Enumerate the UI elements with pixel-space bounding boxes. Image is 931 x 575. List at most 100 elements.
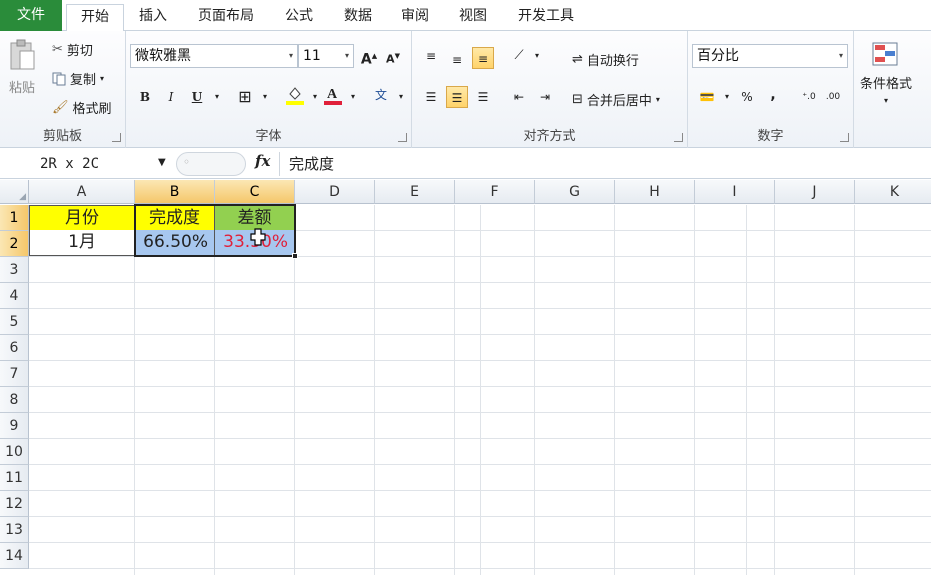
col-header-d[interactable]: D	[295, 180, 375, 204]
formula-bar-expander[interactable]: ◦	[176, 152, 246, 176]
increase-decimal-icon[interactable]: ⁺.0	[798, 86, 820, 108]
ribbon-tabs: 文件 开始 插入 页面布局 公式 数据 审阅 视图 开发工具	[0, 0, 931, 32]
chevron-down-icon: ▾	[884, 96, 889, 105]
borders-icon[interactable]: ⊞	[234, 86, 256, 108]
row-header-2[interactable]: 2	[0, 231, 29, 257]
row-header-8[interactable]: 8	[0, 387, 29, 413]
col-header-b[interactable]: B	[135, 180, 215, 204]
dialog-launcher-icon[interactable]	[398, 133, 407, 142]
align-center-icon[interactable]: ☰	[446, 86, 468, 108]
chevron-down-icon[interactable]: ▾	[716, 86, 738, 108]
alignment-group: ≡ ≡ ≡ ⟋ ▾ ⇌ 自动换行 ☰ ☰ ☰ ⇤ ⇥ ⊟ 合并后居中 ▾ 对齐方…	[412, 31, 688, 148]
col-header-e[interactable]: E	[375, 180, 455, 204]
font-color-icon: A	[324, 87, 342, 105]
format-painter-button[interactable]: 🖌 格式刷	[52, 98, 112, 117]
italic-button[interactable]: I	[160, 86, 182, 108]
align-bottom-icon[interactable]: ≡	[472, 47, 494, 69]
tab-data[interactable]: 数据	[333, 4, 383, 31]
chevron-down-icon[interactable]: ▾	[390, 86, 412, 108]
formula-input[interactable]: 完成度	[289, 152, 334, 176]
increase-indent-icon[interactable]: ⇥	[534, 86, 556, 108]
align-top-icon[interactable]: ≡	[420, 45, 442, 67]
shrink-font-icon[interactable]: A▼	[382, 45, 404, 67]
col-header-k[interactable]: K	[855, 180, 931, 204]
col-header-c[interactable]: C	[215, 180, 295, 204]
dialog-launcher-icon[interactable]	[112, 133, 121, 142]
conditional-format-button[interactable]: 条件格式 ▾	[860, 41, 912, 105]
row-header-9[interactable]: 9	[0, 413, 29, 439]
comma-style-button[interactable]: ,	[762, 84, 784, 106]
copy-label: 复制	[70, 73, 97, 88]
chevron-down-icon: ▾	[655, 95, 660, 104]
row-header-1[interactable]: 1	[0, 205, 29, 231]
percent-style-button[interactable]: %	[736, 86, 758, 108]
align-right-icon[interactable]: ☰	[472, 86, 494, 108]
row-header-13[interactable]: 13	[0, 517, 29, 543]
paste-button[interactable]: 粘贴	[4, 39, 40, 96]
grid-col-lines	[134, 205, 931, 575]
tab-home[interactable]: 开始	[66, 4, 124, 32]
cell-a1[interactable]: 月份	[29, 205, 135, 231]
name-box[interactable]: 2R x 2C	[0, 152, 176, 176]
chevron-down-icon[interactable]: ▼	[158, 157, 166, 168]
cell-a2[interactable]: 1月	[29, 230, 135, 256]
grow-font-icon[interactable]: A▲	[358, 45, 380, 68]
cell-b1[interactable]: 完成度	[135, 205, 215, 231]
row-header-11[interactable]: 11	[0, 465, 29, 491]
col-header-f[interactable]: F	[455, 180, 535, 204]
conditional-format-label: 条件格式	[860, 77, 913, 92]
align-middle-icon[interactable]: ≡	[446, 49, 468, 71]
dialog-launcher-icon[interactable]	[674, 133, 683, 142]
tab-view[interactable]: 视图	[448, 4, 498, 31]
underline-button[interactable]: U	[186, 86, 208, 108]
chevron-down-icon[interactable]: ▾	[254, 86, 276, 108]
col-header-a[interactable]: A	[29, 180, 135, 204]
merge-center-button[interactable]: ⊟ 合并后居中 ▾	[572, 90, 660, 109]
bold-button[interactable]: B	[134, 86, 156, 108]
fill-color-button[interactable]	[284, 84, 306, 106]
tab-file[interactable]: 文件	[0, 0, 62, 31]
font-size-dropdown[interactable]: 11 ▾	[298, 44, 354, 68]
row-header-14[interactable]: 14	[0, 543, 29, 569]
merge-cells-icon: ⊟	[572, 92, 583, 107]
accounting-format-icon[interactable]: 💳	[696, 86, 718, 108]
tab-review[interactable]: 审阅	[390, 4, 440, 31]
font-color-button[interactable]: A	[322, 84, 344, 106]
tab-formulas[interactable]: 公式	[274, 4, 324, 31]
row-header-5[interactable]: 5	[0, 309, 29, 335]
row-header-3[interactable]: 3	[0, 257, 29, 283]
chevron-down-icon[interactable]: ▾	[342, 86, 364, 108]
tab-insert[interactable]: 插入	[128, 4, 178, 31]
tab-developer[interactable]: 开发工具	[508, 4, 584, 31]
row-header-10[interactable]: 10	[0, 439, 29, 465]
number-format-dropdown[interactable]: 百分比 ▾	[692, 44, 848, 68]
insert-function-button[interactable]: fx	[255, 152, 270, 170]
chevron-down-icon[interactable]: ▾	[206, 86, 228, 108]
cut-button[interactable]: ✂ 剪切	[52, 40, 93, 59]
cell-b2[interactable]: 66.50%	[135, 230, 215, 256]
fill-handle[interactable]	[292, 253, 298, 259]
chevron-down-icon: ▾	[344, 51, 349, 60]
row-header-12[interactable]: 12	[0, 491, 29, 517]
chevron-down-icon: ▾	[838, 51, 843, 60]
col-header-i[interactable]: I	[695, 180, 775, 204]
col-header-h[interactable]: H	[615, 180, 695, 204]
row-header-4[interactable]: 4	[0, 283, 29, 309]
tab-page-layout[interactable]: 页面布局	[188, 4, 264, 31]
chevron-down-icon[interactable]: ▾	[526, 45, 548, 67]
svg-text:A: A	[327, 87, 338, 102]
phonetic-guide-icon[interactable]: 文	[370, 84, 392, 106]
wrap-text-button[interactable]: ⇌ 自动换行	[572, 50, 639, 69]
row-header-7[interactable]: 7	[0, 361, 29, 387]
copy-button[interactable]: 复制 ▾	[52, 69, 104, 88]
dialog-launcher-icon[interactable]	[840, 133, 849, 142]
col-header-j[interactable]: J	[775, 180, 855, 204]
col-header-g[interactable]: G	[535, 180, 615, 204]
align-left-icon[interactable]: ☰	[420, 86, 442, 108]
row-header-6[interactable]: 6	[0, 335, 29, 361]
font-name-dropdown[interactable]: 微软雅黑 ▾	[130, 44, 298, 68]
select-all-button[interactable]: ◢	[0, 180, 29, 204]
decrease-indent-icon[interactable]: ⇤	[508, 86, 530, 108]
styles-group: 条件格式 ▾	[854, 31, 931, 148]
decrease-decimal-icon[interactable]: .00	[822, 86, 844, 108]
